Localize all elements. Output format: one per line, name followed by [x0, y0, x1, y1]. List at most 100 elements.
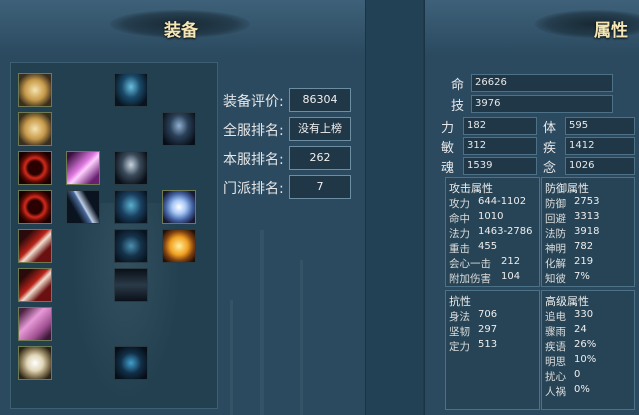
- red-ring-icon[interactable]: [18, 190, 52, 224]
- attack-row-value: 1010: [478, 211, 504, 222]
- claw-weapon-icon[interactable]: [18, 229, 52, 263]
- equipment-title-bar: 装备: [0, 0, 365, 55]
- attack-row-value: 644-1102: [478, 196, 527, 207]
- skill-label: 技: [451, 99, 465, 114]
- defense-attributes-group: 防御属性 防御 2753 回避 3313 法防 3918 神明 782 化解 2…: [541, 177, 635, 287]
- advanced-row-label: 疾语: [545, 341, 566, 353]
- golden-burst-icon[interactable]: [162, 229, 196, 263]
- bamboo-stalk-decoration: [260, 230, 264, 415]
- attack-row-label: 法力: [449, 228, 470, 240]
- advanced-row-value: 330: [574, 309, 594, 320]
- advanced-row-label: 扰心: [545, 371, 566, 383]
- stat-label: 念: [543, 161, 557, 176]
- defense-row-label: 防御: [545, 198, 566, 210]
- blue-orb-icon[interactable]: [162, 190, 196, 224]
- defense-row-label: 回避: [545, 213, 566, 225]
- red-ring-icon[interactable]: [18, 151, 52, 185]
- shoulder-armor-icon[interactable]: [114, 151, 148, 185]
- attack-row-label: 重击: [449, 243, 470, 255]
- bamboo-stalk-decoration: [230, 300, 233, 415]
- attributes-title-bar: 属性: [425, 0, 639, 55]
- claw-weapon-icon[interactable]: [18, 268, 52, 302]
- panel-gap: [366, 0, 423, 415]
- chest-armor-icon[interactable]: [162, 112, 196, 146]
- stat-value: 182: [467, 120, 487, 131]
- moon-pendant-icon[interactable]: [18, 346, 52, 380]
- resist-row-value: 706: [478, 309, 498, 320]
- attack-row-label: 攻力: [449, 198, 470, 210]
- stat-label: 魂: [441, 161, 455, 176]
- stat-value-box: 1539: [463, 157, 537, 175]
- rank-value: 7: [289, 175, 351, 199]
- advanced-row-value: 26%: [574, 339, 597, 350]
- stat-value: 1026: [569, 160, 595, 171]
- stat-label: 体: [543, 121, 557, 136]
- pants-icon[interactable]: [114, 268, 148, 302]
- stat-value-box: 312: [463, 137, 537, 155]
- resistance-group: 抗性 身法 706 坚韧 297 定力 513: [445, 290, 540, 410]
- hood-helm-icon[interactable]: [114, 73, 148, 107]
- stat-value: 595: [569, 120, 589, 131]
- stat-label: 疾: [543, 141, 557, 156]
- attributes-title: 属性: [594, 21, 628, 41]
- rank-label: 门派排名:: [223, 181, 284, 197]
- equipment-panel: 装备 装备评价: 86304 全服排名: 没有上榜 本服排名: 262 门派排名…: [0, 0, 366, 415]
- attack-attributes-title: 攻击属性: [449, 182, 493, 195]
- stat-label: 敏: [441, 141, 455, 156]
- advanced-row-label: 骤雨: [545, 326, 566, 338]
- advanced-row-label: 追电: [545, 311, 566, 323]
- rank-label: 全服排名:: [223, 123, 284, 139]
- pink-feather-icon[interactable]: [18, 307, 52, 341]
- attack-attributes-group: 攻击属性 攻力 644-1102 命中 1010 法力 1463-2786 重击…: [445, 177, 540, 287]
- boots-icon[interactable]: [114, 346, 148, 380]
- defense-row-value: 782: [574, 241, 594, 252]
- stat-value-box: 1026: [565, 157, 635, 175]
- advanced-row-label: 明思: [545, 356, 566, 368]
- attack-row-label: 附加伤害: [449, 273, 491, 285]
- advanced-row-value: 10%: [574, 354, 597, 365]
- advanced-row-label: 人祸: [545, 386, 566, 398]
- attack-row-value: 455: [478, 241, 498, 252]
- advanced-row-value: 0: [574, 369, 581, 380]
- bamboo-stalk-decoration: [300, 260, 303, 415]
- advanced-attributes-title: 高级属性: [545, 295, 589, 308]
- attack-row-value: 1463-2786: [478, 226, 533, 237]
- attack-row-label: 会心一击: [449, 258, 491, 270]
- stat-value-box: 1412: [565, 137, 635, 155]
- resist-row-label: 坚韧: [449, 326, 470, 338]
- defense-attributes-title: 防御属性: [545, 182, 589, 195]
- defense-row-value: 2753: [574, 196, 600, 207]
- rank-value: 86304: [289, 88, 351, 112]
- blade-weapon-icon[interactable]: [66, 190, 100, 224]
- rank-value: 262: [289, 146, 351, 170]
- stat-value: 1539: [467, 160, 493, 171]
- defense-row-value: 3313: [574, 211, 600, 222]
- skill-value: 3976: [475, 98, 501, 109]
- pink-crystal-icon[interactable]: [66, 151, 100, 185]
- defense-row-label: 知彼: [545, 273, 566, 285]
- advanced-row-value: 0%: [574, 384, 590, 395]
- equipment-title: 装备: [164, 21, 198, 41]
- equipment-grid: [10, 62, 218, 409]
- defense-row-value: 3918: [574, 226, 600, 237]
- star-flower-icon[interactable]: [18, 112, 52, 146]
- wing-armor-icon[interactable]: [114, 190, 148, 224]
- skill-value-box: 3976: [471, 95, 613, 113]
- rank-value: 没有上榜: [289, 117, 351, 141]
- rank-label: 装备评价:: [223, 94, 284, 110]
- resist-row-label: 定力: [449, 341, 470, 353]
- attack-row-value: 212: [501, 256, 521, 267]
- stat-value: 1412: [569, 140, 595, 151]
- defense-row-value: 219: [574, 256, 594, 267]
- stat-value-box: 182: [463, 117, 537, 135]
- glove-icon[interactable]: [114, 229, 148, 263]
- star-flower-icon[interactable]: [18, 73, 52, 107]
- resist-row-label: 身法: [449, 311, 470, 323]
- defense-row-label: 神明: [545, 243, 566, 255]
- rank-label: 本服排名:: [223, 152, 284, 168]
- stat-value-box: 595: [565, 117, 635, 135]
- attack-row-label: 命中: [449, 213, 470, 225]
- stat-label: 力: [441, 121, 455, 136]
- hp-value-box: 26626: [471, 74, 613, 92]
- advanced-attributes-group: 高级属性 追电 330 骤雨 24 疾语 26% 明思 10% 扰心 0 人祸 …: [541, 290, 635, 410]
